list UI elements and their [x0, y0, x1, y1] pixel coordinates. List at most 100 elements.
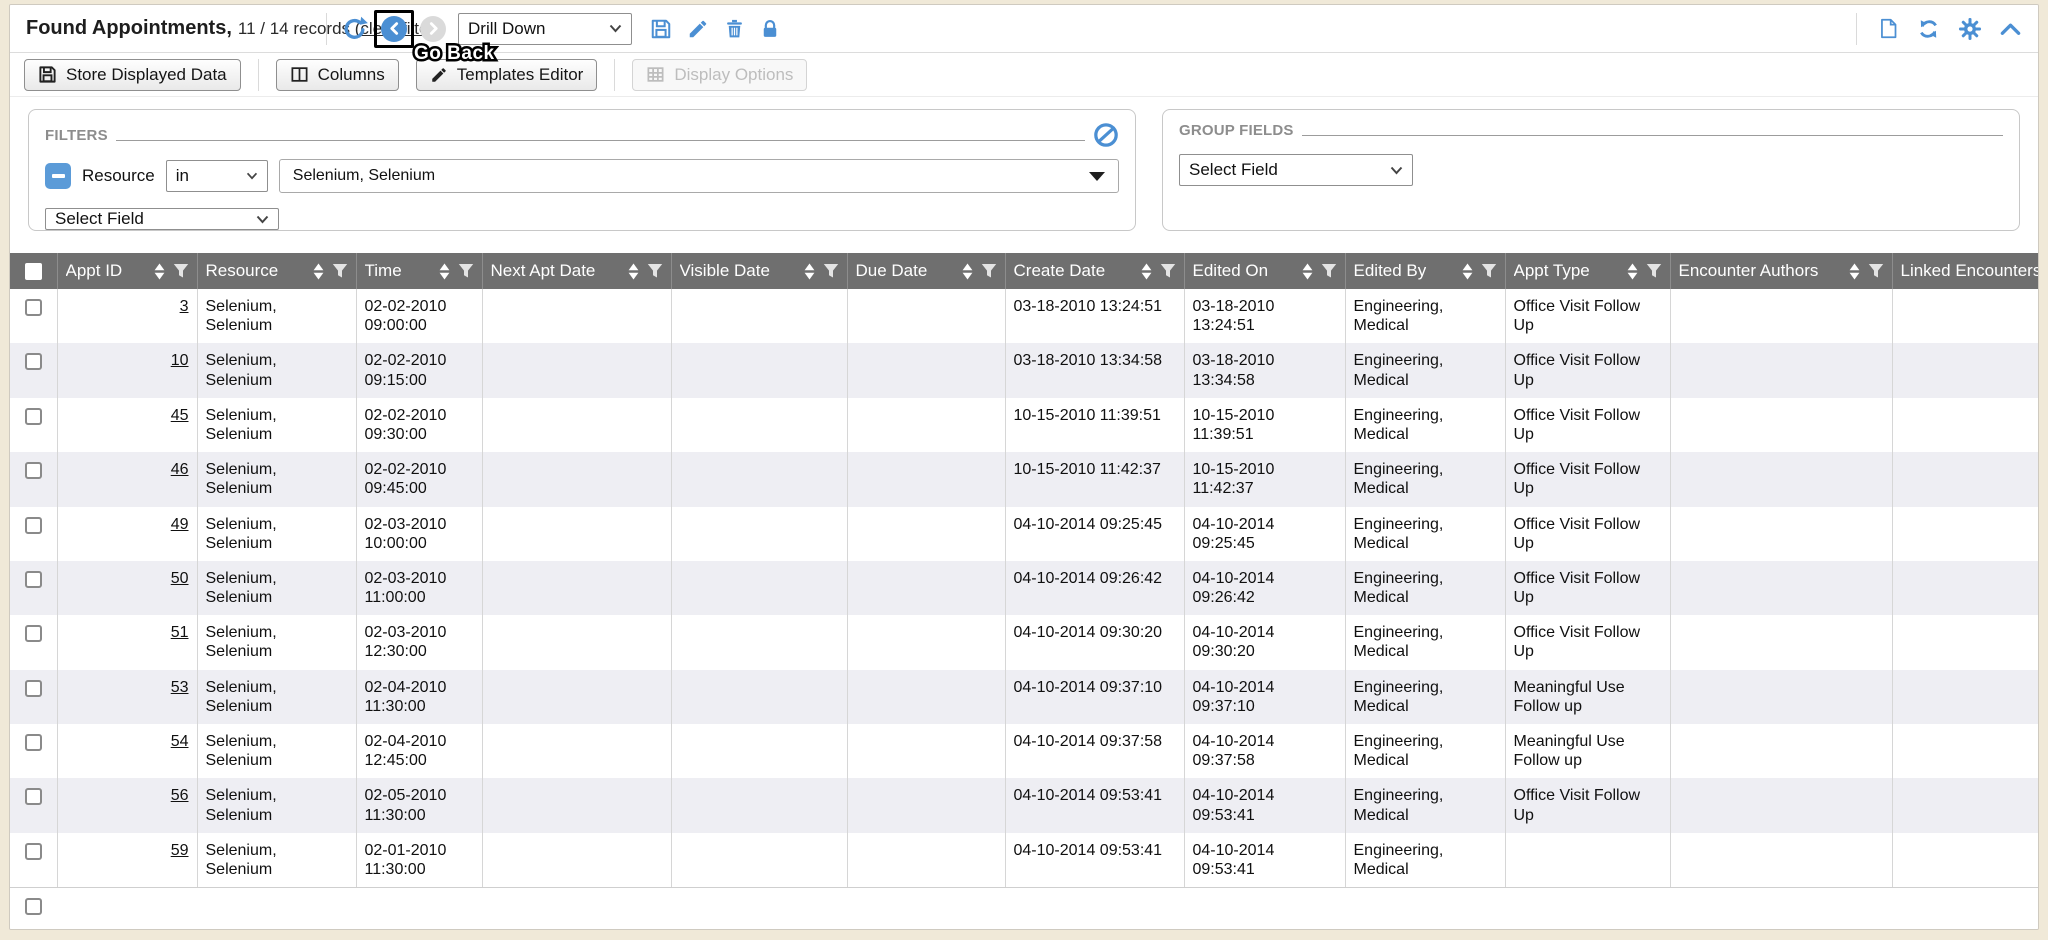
cell-linked-encounters [1892, 833, 2039, 888]
column-header-encounter-authors[interactable]: Encounter Authors [1670, 253, 1892, 289]
column-header-linked-encounters[interactable]: Linked Encounters [1892, 253, 2039, 289]
cell-edited-by: Engineering, Medical [1345, 670, 1505, 724]
filter-funnel-icon[interactable] [1481, 263, 1497, 279]
row-checkbox[interactable] [25, 898, 42, 915]
row-checkbox[interactable] [25, 571, 42, 588]
filter-funnel-icon[interactable] [647, 263, 663, 279]
cell-due-date [847, 507, 1005, 561]
refresh-icon[interactable] [1916, 17, 1941, 41]
sort-icon[interactable] [1140, 263, 1153, 280]
columns-button[interactable]: Columns [276, 59, 399, 91]
cell-edited-by: Engineering, Medical [1345, 343, 1505, 397]
column-header-visible-date[interactable]: Visible Date [671, 253, 847, 289]
go-back-button[interactable] [381, 16, 407, 42]
appt-id-link[interactable]: 56 [171, 787, 189, 804]
template-select[interactable]: Drill Down [458, 13, 632, 45]
filter-funnel-icon[interactable] [173, 263, 189, 279]
cell-time: 02-02-2010 09:45:00 [356, 452, 482, 506]
appt-id-link[interactable]: 46 [171, 461, 189, 478]
filter-funnel-icon[interactable] [823, 263, 839, 279]
row-checkbox[interactable] [25, 299, 42, 316]
cell-create-date: 04-10-2014 09:37:10 [1005, 670, 1184, 724]
filter-funnel-icon[interactable] [1321, 263, 1337, 279]
appt-id-link[interactable]: 53 [171, 679, 189, 696]
column-header-due-date[interactable]: Due Date [847, 253, 1005, 289]
filter-funnel-icon[interactable] [1868, 263, 1884, 279]
filter-operator-select[interactable]: in [166, 160, 268, 192]
appt-id-link[interactable]: 51 [171, 624, 189, 641]
sort-icon[interactable] [312, 263, 325, 280]
column-header-create-date[interactable]: Create Date [1005, 253, 1184, 289]
column-header-edited-on[interactable]: Edited On [1184, 253, 1345, 289]
sort-icon[interactable] [1301, 263, 1314, 280]
cell-visible-date [671, 289, 847, 343]
clear-filters-icon[interactable] [1093, 122, 1119, 153]
cell-time: 02-03-2010 10:00:00 [356, 507, 482, 561]
delete-template-icon[interactable] [724, 18, 745, 40]
filter-funnel-icon[interactable] [1646, 263, 1662, 279]
appt-id-link[interactable]: 45 [171, 407, 189, 424]
row-checkbox[interactable] [25, 843, 42, 860]
cell-next-apt-date [482, 778, 671, 832]
cell-resource: Selenium, Selenium [197, 615, 356, 669]
table-header-row: Appt IDResourceTimeNext Apt DateVisible … [10, 253, 2039, 289]
group-field-select[interactable]: Select Field [1179, 154, 1413, 186]
column-header-appt-id[interactable]: Appt ID [57, 253, 197, 289]
appt-id-link[interactable]: 49 [171, 516, 189, 533]
sort-icon[interactable] [438, 263, 451, 280]
appointments-table-wrap: Appt IDResourceTimeNext Apt DateVisible … [10, 253, 2038, 888]
go-forward-button[interactable] [420, 16, 446, 42]
add-filter-field-select[interactable]: Select Field [45, 208, 279, 230]
appt-id-link[interactable]: 59 [171, 842, 189, 859]
filter-funnel-icon[interactable] [458, 263, 474, 279]
edit-template-icon[interactable] [687, 18, 709, 40]
appt-id-link[interactable]: 10 [171, 352, 189, 369]
filter-value-combobox[interactable]: Selenium, Selenium [279, 159, 1119, 193]
row-checkbox-cell [10, 452, 57, 506]
cell-appt-type: Office Visit Follow Up [1505, 778, 1670, 832]
cell-resource: Selenium, Selenium [197, 343, 356, 397]
filter-funnel-icon[interactable] [332, 263, 348, 279]
store-displayed-data-button[interactable]: Store Displayed Data [24, 59, 241, 91]
appt-id-link[interactable]: 50 [171, 570, 189, 587]
save-template-icon[interactable] [650, 18, 672, 40]
sort-icon[interactable] [1626, 263, 1639, 280]
row-checkbox[interactable] [25, 625, 42, 642]
column-header-time[interactable]: Time [356, 253, 482, 289]
sort-icon[interactable] [803, 263, 816, 280]
row-checkbox[interactable] [25, 734, 42, 751]
column-header-edited-by[interactable]: Edited By [1345, 253, 1505, 289]
select-all-checkbox[interactable] [25, 263, 42, 280]
filter-funnel-icon[interactable] [1160, 263, 1176, 279]
row-checkbox[interactable] [25, 517, 42, 534]
lock-template-icon[interactable] [760, 18, 780, 40]
collapse-panel-icon[interactable] [1999, 19, 2022, 39]
cell-resource: Selenium, Selenium [197, 398, 356, 452]
row-checkbox[interactable] [25, 353, 42, 370]
appt-id-link[interactable]: 3 [180, 298, 189, 315]
sort-icon[interactable] [1461, 263, 1474, 280]
row-checkbox[interactable] [25, 680, 42, 697]
appt-id-cell: 46 [57, 452, 197, 506]
appt-id-link[interactable]: 54 [171, 733, 189, 750]
filter-funnel-icon[interactable] [981, 263, 997, 279]
column-header-appt-type[interactable]: Appt Type [1505, 253, 1670, 289]
row-checkbox[interactable] [25, 788, 42, 805]
template-select-value: Drill Down [468, 19, 545, 39]
column-header-resource[interactable]: Resource [197, 253, 356, 289]
sort-icon[interactable] [961, 263, 974, 280]
cell-encounter-authors [1670, 724, 1892, 778]
appt-id-cell: 45 [57, 398, 197, 452]
column-header-next-apt-date[interactable]: Next Apt Date [482, 253, 671, 289]
remove-filter-button[interactable] [45, 163, 71, 189]
row-checkbox[interactable] [25, 462, 42, 479]
sort-icon[interactable] [1848, 263, 1861, 280]
sort-icon[interactable] [627, 263, 640, 280]
cell-encounter-authors [1670, 615, 1892, 669]
settings-gear-icon[interactable] [1958, 17, 1982, 41]
cell-due-date [847, 670, 1005, 724]
row-checkbox[interactable] [25, 408, 42, 425]
sort-icon[interactable] [153, 263, 166, 280]
new-document-icon[interactable] [1878, 17, 1899, 40]
undo-icon[interactable] [341, 15, 368, 42]
